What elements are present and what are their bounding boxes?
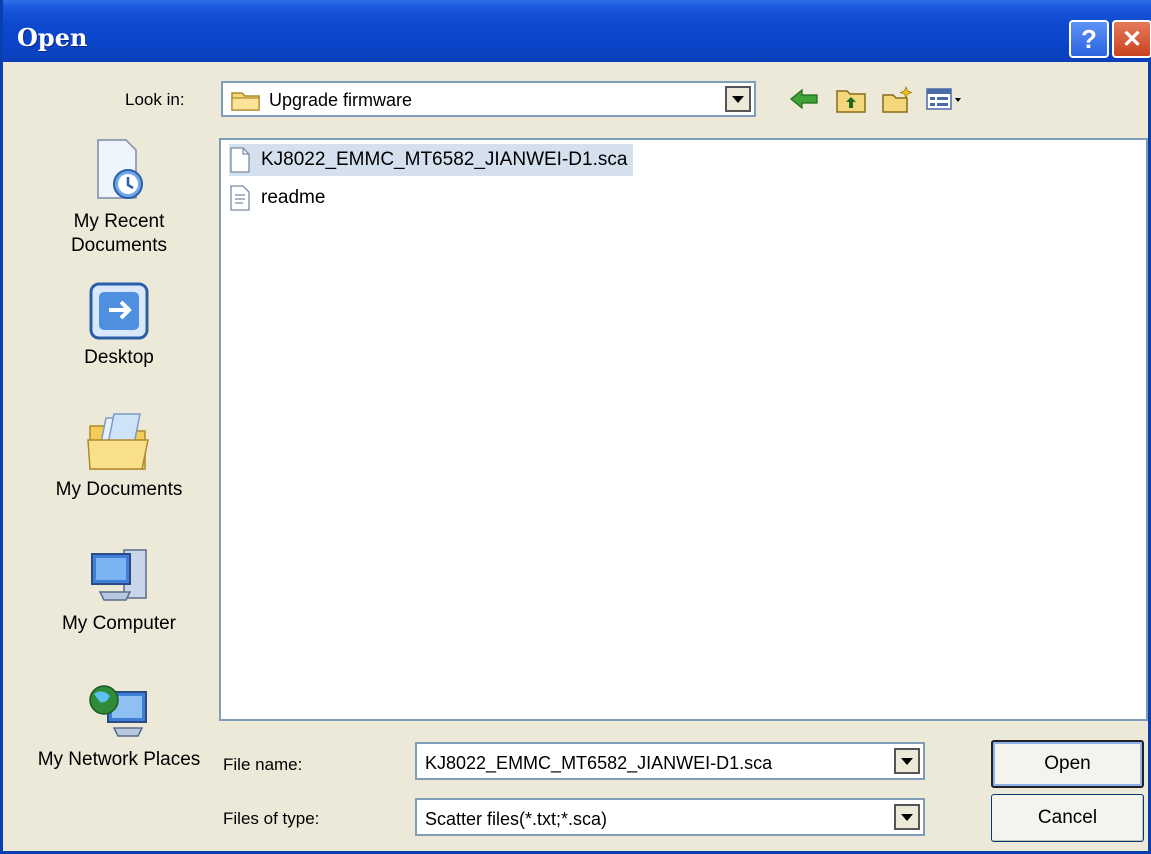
- my-computer-icon: [91, 549, 147, 601]
- new-folder-icon: [882, 86, 913, 113]
- cancel-button[interactable]: Cancel: [991, 794, 1144, 842]
- file-name: KJ8022_EMMC_MT6582_JIANWEI-D1.sca: [261, 149, 628, 170]
- place-my-recent-documents[interactable]: My Recent Documents: [35, 136, 203, 258]
- open-dialog: Open ? ✕ Look in: Upgrade firmware My Re…: [0, 0, 1151, 854]
- back-icon: [790, 88, 818, 110]
- file-name-input[interactable]: KJ8022_EMMC_MT6582_JIANWEI-D1.sca: [415, 742, 925, 780]
- window-title: Open: [17, 23, 88, 52]
- file-type-dropdown[interactable]: Scatter files(*.txt;*.sca): [415, 798, 925, 836]
- file-type-arrow-button[interactable]: [894, 804, 920, 830]
- place-label: My Network Places: [37, 749, 201, 770]
- file-name-arrow-button[interactable]: [894, 748, 920, 774]
- help-icon: ?: [1081, 23, 1097, 54]
- file-item[interactable]: readme: [229, 182, 331, 214]
- place-desktop[interactable]: Desktop: [35, 280, 203, 370]
- close-button[interactable]: ✕: [1112, 20, 1151, 58]
- view-menu-button[interactable]: [925, 86, 963, 112]
- file-name-label: File name:: [223, 755, 303, 774]
- file-type-value: Scatter files(*.txt;*.sca): [425, 809, 608, 829]
- place-label: My Computer: [61, 613, 177, 634]
- desktop-icon: [89, 282, 149, 340]
- title-bar[interactable]: Open ? ✕: [3, 0, 1151, 62]
- network-places-icon: [89, 685, 147, 737]
- up-folder-icon: [836, 90, 866, 113]
- place-label: Desktop: [84, 347, 154, 368]
- open-button[interactable]: Open: [991, 740, 1144, 788]
- place-label: My Recent Documents: [70, 211, 168, 256]
- new-folder-button[interactable]: [881, 86, 913, 114]
- place-label: My Documents: [55, 479, 183, 500]
- recent-documents-icon: [97, 139, 143, 199]
- place-my-documents[interactable]: My Documents: [35, 410, 203, 502]
- look-in-arrow-button[interactable]: [725, 86, 751, 112]
- place-my-computer[interactable]: My Computer: [35, 544, 203, 636]
- look-in-dropdown[interactable]: Upgrade firmware: [221, 81, 756, 117]
- file-icon: [230, 147, 250, 173]
- back-button[interactable]: [789, 86, 819, 112]
- places-bar: My Recent Documents Desktop My Documents: [35, 132, 203, 812]
- look-in-value: Upgrade firmware: [269, 90, 413, 110]
- view-menu-icon: [926, 88, 961, 110]
- folder-icon: [231, 89, 261, 116]
- file-name-value: KJ8022_EMMC_MT6582_JIANWEI-D1.sca: [425, 753, 773, 773]
- up-folder-button[interactable]: [835, 86, 867, 114]
- close-icon: ✕: [1121, 25, 1143, 53]
- look-in-label: Look in:: [125, 90, 185, 109]
- my-documents-icon: [87, 413, 149, 470]
- file-list[interactable]: KJ8022_EMMC_MT6582_JIANWEI-D1.sca readme: [219, 138, 1148, 721]
- place-my-network-places[interactable]: My Network Places: [35, 678, 203, 772]
- help-button[interactable]: ?: [1069, 20, 1109, 58]
- chevron-down-icon: [901, 757, 913, 765]
- file-type-label: Files of type:: [223, 809, 320, 828]
- file-name: readme: [261, 187, 326, 208]
- chevron-down-icon: [732, 95, 744, 103]
- file-item[interactable]: KJ8022_EMMC_MT6582_JIANWEI-D1.sca: [229, 144, 634, 176]
- chevron-down-icon: [901, 813, 913, 821]
- text-file-icon: [230, 185, 250, 211]
